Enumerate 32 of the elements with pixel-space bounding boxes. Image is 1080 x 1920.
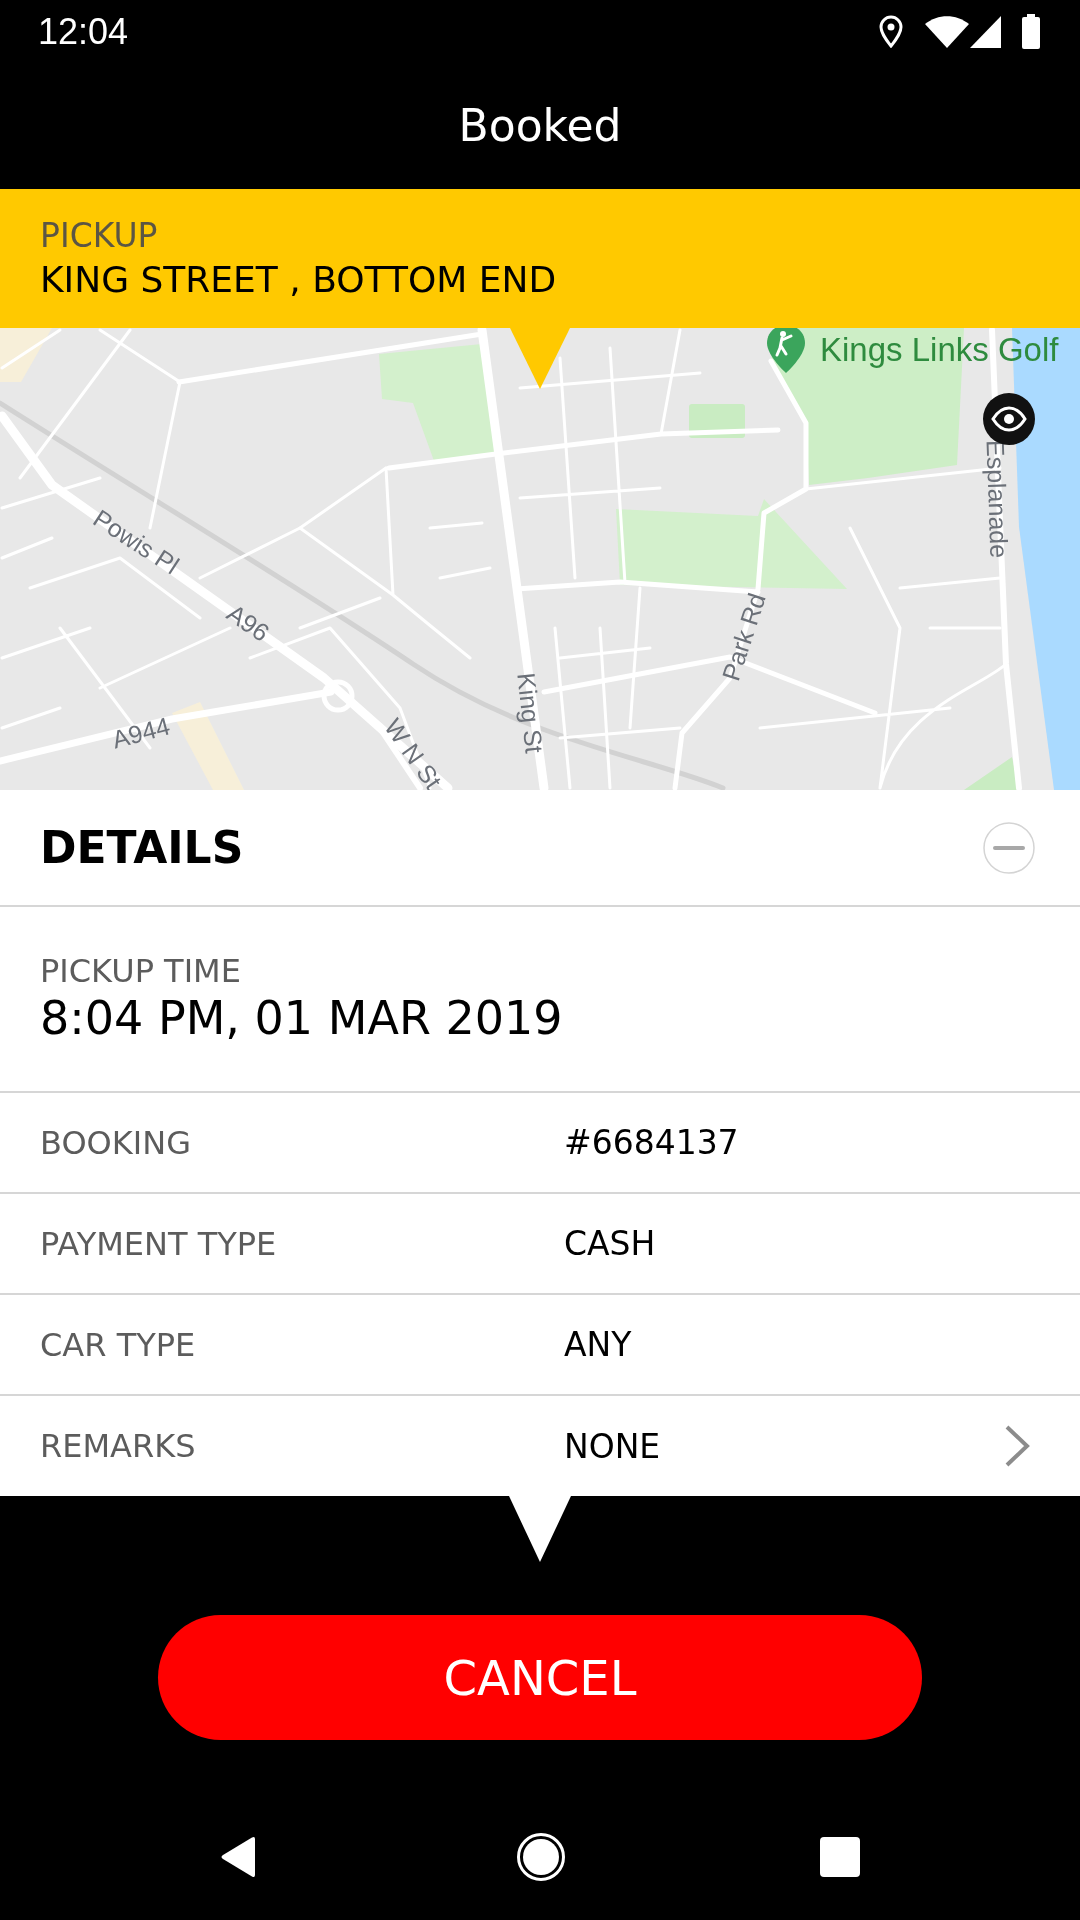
signal-icon: [970, 15, 1001, 48]
pickup-label: PICKUP: [40, 215, 159, 257]
street-label: A944: [109, 713, 173, 753]
detail-value: CASH: [564, 1227, 657, 1260]
detail-label: PAYMENT TYPE: [40, 1227, 278, 1260]
wifi-icon: [925, 15, 969, 48]
details-title: DETAILS: [40, 825, 244, 870]
golf-pin-icon[interactable]: [766, 328, 806, 374]
down-triangle-icon[interactable]: [509, 1496, 571, 1562]
detail-value: NONE: [564, 1429, 662, 1463]
golf-course-label: Kings Links Golf: [820, 332, 1059, 366]
street-label: Esplanade: [982, 439, 1012, 559]
chevron-right-icon[interactable]: [1004, 1424, 1030, 1468]
detail-label: REMARKS: [40, 1430, 197, 1462]
battery-icon: [1022, 14, 1040, 49]
sand-area: [0, 328, 52, 382]
screen-title: Booked: [458, 104, 622, 148]
detail-label: CAR TYPE: [40, 1328, 197, 1361]
pickup-address: KING STREET , BOTTOM END: [40, 257, 558, 302]
street-label: King St: [513, 671, 547, 755]
location-pin-icon: [879, 15, 903, 48]
pickup-time-value: 8:04 PM, 01 MAR 2019: [40, 990, 564, 1046]
street-label: A96: [222, 600, 274, 646]
pickup-time-label: PICKUP TIME: [40, 952, 242, 991]
detail-value: #6684137: [564, 1126, 740, 1159]
home-icon[interactable]: [517, 1833, 565, 1881]
back-icon[interactable]: [220, 1836, 258, 1878]
status-time: 12:04: [38, 13, 129, 50]
detail-value: ANY: [564, 1328, 633, 1361]
cancel-button[interactable]: CANCEL: [158, 1615, 922, 1740]
street-label: Park Rd: [718, 590, 770, 684]
detail-label: BOOKING: [40, 1126, 192, 1159]
